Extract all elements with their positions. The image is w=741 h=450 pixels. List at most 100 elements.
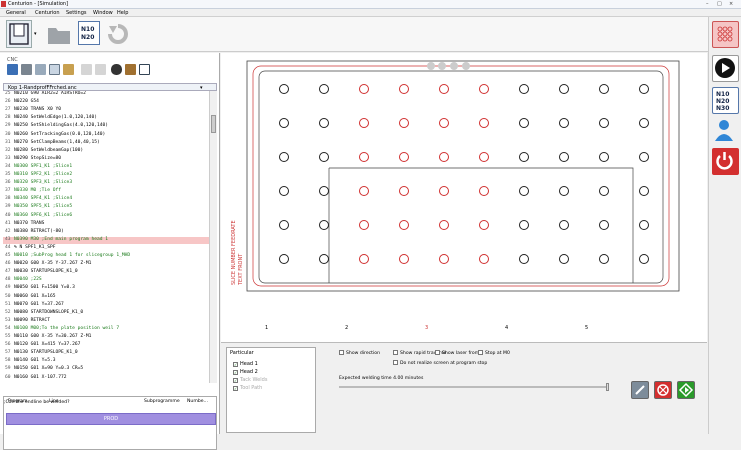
code-line[interactable]: 42 N0380 RETRACT(-80) <box>3 229 209 236</box>
find-icon[interactable] <box>111 64 122 75</box>
code-line[interactable]: 36 N0320 SPF3_K1 ;Slice3 <box>3 180 209 187</box>
code-line[interactable]: 30 N0260 SetTrackingGas(0.0,120,140) <box>3 132 209 139</box>
tool-path-checkbox[interactable]: ✓ Tool Path <box>233 385 262 391</box>
weld-hole <box>439 186 449 196</box>
column-number[interactable]: Numbe... <box>187 399 208 404</box>
code-line[interactable]: 29 N0250 SetShieldingGas(4.0,120,140) <box>3 123 209 130</box>
power-button[interactable] <box>712 148 739 175</box>
open-folder-button[interactable] <box>46 22 72 46</box>
line-number: 42 <box>5 228 11 234</box>
user-icon <box>715 120 733 141</box>
undo-icon[interactable] <box>81 64 92 75</box>
code-line[interactable]: 48 N0040 ;22S <box>3 277 209 284</box>
code-line[interactable]: 34 N0300 SPF1_K1 ;Slice1 <box>3 164 209 171</box>
weld-hole <box>439 84 449 94</box>
cut-icon[interactable] <box>35 64 46 75</box>
part-frame-button[interactable] <box>6 20 32 48</box>
stop-m0-option[interactable]: Stop at M0 <box>478 350 510 356</box>
menu-help[interactable]: Help <box>117 10 128 16</box>
code-line[interactable]: 45 N0010 ;SubProg head 1 for slicegroup 1… <box>3 253 209 260</box>
scroll-thumb[interactable] <box>211 115 216 133</box>
menu-settings[interactable]: Settings <box>66 10 87 16</box>
code-line[interactable]: 47 N0030 STARTUPSLOPE_K1_0 <box>3 269 209 276</box>
code-line[interactable]: 56 N0120 G01 X=415 Y=37.267 <box>3 342 209 349</box>
code-line[interactable]: 41 N0370 TRANS <box>3 221 209 228</box>
nc-code-button[interactable]: N10 N20 <box>78 21 100 45</box>
tool-icon[interactable] <box>125 64 136 75</box>
head1-checkbox[interactable]: ✓ Head 1 <box>233 361 258 367</box>
slider-thumb[interactable] <box>606 383 609 391</box>
time-slider[interactable] <box>339 383 609 391</box>
code-scrollbar[interactable] <box>209 91 217 383</box>
cnc-file-tab[interactable]: Kop 1-RandprofFFrched.anc ▾ <box>3 83 217 91</box>
line-number: 55 <box>5 334 11 339</box>
menu-general[interactable]: General <box>6 10 26 16</box>
column-subprogramme[interactable]: Subprogramme <box>144 399 180 404</box>
code-text: N0030 STARTUPSLOPE_K1_0 <box>14 269 78 275</box>
code-line[interactable]: 33 N0290 StepSize=80 <box>3 156 209 163</box>
weld-hole <box>519 254 529 264</box>
do-not-realize-option[interactable]: Do not realize screen at program stop <box>393 360 487 366</box>
redo-icon[interactable] <box>95 64 106 75</box>
grid-view-button[interactable] <box>712 21 739 48</box>
code-line[interactable]: 50 N0060 G01 X=165 <box>3 294 209 301</box>
line-number: 54 <box>5 325 11 331</box>
menu-centurion[interactable]: Centurion <box>35 10 60 16</box>
simulate-button[interactable] <box>712 55 739 82</box>
code-line[interactable]: 53 N0090 RETRACT <box>3 318 209 325</box>
weld-hole <box>639 84 649 94</box>
simulation-canvas[interactable]: SLICE NUMBER FEEDRATE TEXT FRONT <box>221 53 707 343</box>
close-button[interactable]: × <box>729 1 733 7</box>
weld-hole <box>599 254 609 264</box>
cnc-code-editor[interactable]: 25 N0210 G90 AIR2=2 AIRSTRO=2 26 N0220 G54 2… <box>3 91 209 383</box>
list-icon[interactable] <box>139 64 150 75</box>
save-icon[interactable] <box>7 64 18 75</box>
prod-button[interactable]: PROD <box>6 413 216 425</box>
code-line[interactable]: 40 N0360 SPF6_K1 ;Slice6 <box>3 213 209 220</box>
dropdown-arrow-icon[interactable]: ▾ <box>34 31 37 37</box>
code-line[interactable]: 57 N0130 STARTUPSLOPE_K1_0 <box>3 350 209 357</box>
code-line[interactable]: 35 N0310 SPF2_K1 ;Slice2 <box>3 172 209 179</box>
code-line[interactable]: 32 N0280 SetWeldbeamGap(100) <box>3 148 209 155</box>
start-button[interactable] <box>677 381 695 399</box>
maximize-button[interactable]: □ <box>717 1 722 7</box>
stop-button[interactable] <box>654 381 672 399</box>
code-line[interactable]: 46 N0020 G00 X-35 Y-37.267 Z-M1 <box>3 261 209 268</box>
code-line[interactable]: 43 N0390 M30 ;End main program head 1 <box>3 236 209 244</box>
code-text: N0220 G54 <box>14 99 39 105</box>
weld-hole <box>599 186 609 196</box>
code-line[interactable]: 31 N0270 SetClampBeams(1,40,40,15) <box>3 140 209 147</box>
code-line[interactable]: 55 N0110 G00 X-35 Y=30.267 Z-M1 <box>3 334 209 341</box>
refresh-button[interactable] <box>106 22 130 46</box>
code-line[interactable]: 60 N0160 G01 X-107.772 <box>3 375 209 382</box>
code-line[interactable]: 38 N0340 SPF4_K1 ;Slice4 <box>3 196 209 203</box>
menu-window[interactable]: Window <box>93 10 113 16</box>
nc-program-button[interactable]: N10 N20 N30 <box>712 87 739 114</box>
code-line[interactable]: 39 N0350 SPF5_K1 ;Slice5 <box>3 204 209 211</box>
code-line[interactable]: 44% N SPF1_K1_SPF <box>3 245 209 252</box>
code-line[interactable]: 27 N0230 TRANS X0 Y0 <box>3 107 209 114</box>
copy-icon[interactable] <box>49 64 60 75</box>
slice-label: SLICE NUMBER FEEDRATE <box>231 220 237 285</box>
minimize-button[interactable]: – <box>706 1 709 7</box>
step-button[interactable] <box>631 381 649 399</box>
tack-welds-checkbox[interactable]: ✓ Tack Welds <box>233 377 267 383</box>
code-text: N0320 SPF3_K1 ;Slice3 <box>14 180 73 186</box>
code-line[interactable]: 37 N0330 M0 ;Tie Off <box>3 188 209 195</box>
print-icon[interactable] <box>21 64 32 75</box>
head2-checkbox[interactable]: ✓ Head 2 <box>233 369 258 375</box>
code-line[interactable]: 52 N0080 STARTDOWNSLOPE_K1_0 <box>3 310 209 317</box>
code-line[interactable]: 26 N0220 G54 <box>3 99 209 106</box>
show-laser-option[interactable]: Show laser from <box>435 350 479 356</box>
show-direction-option[interactable]: Show direction <box>339 350 380 356</box>
code-line[interactable]: 49 N0050 G01 F=1500 Y=0.3 <box>3 285 209 292</box>
code-line[interactable]: 58 N0140 G01 Y=5.3 <box>3 358 209 365</box>
code-line[interactable]: 28 N0240 SetWeldEdge(1.0,120,140) <box>3 115 209 122</box>
code-line[interactable]: 54 N0100 M00;To the plate position weil 7 <box>3 326 209 333</box>
user-button[interactable] <box>712 117 739 144</box>
code-text: N0250 SetShieldingGas(4.0,120,140) <box>14 123 109 129</box>
code-line[interactable]: 25 N0210 G90 AIR2=2 AIRSTRO=2 <box>3 91 209 98</box>
code-line[interactable]: 51 N0070 G01 Y=37.267 <box>3 302 209 309</box>
code-line[interactable]: 59 N0150 G01 X=90 Y=0.3 CR=5 <box>3 366 209 373</box>
paste-icon[interactable] <box>63 64 74 75</box>
